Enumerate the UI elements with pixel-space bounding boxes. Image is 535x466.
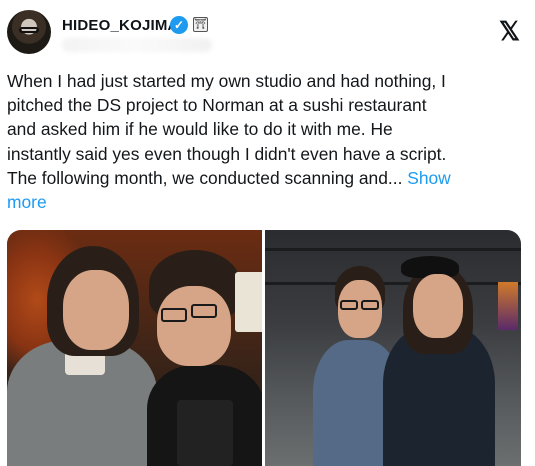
photo-studio[interactable] [265, 230, 521, 466]
background-poster [498, 282, 518, 330]
post-text-line: and asked him if he would like to do it … [7, 119, 393, 140]
media-grid [7, 230, 521, 466]
avatar-glasses [19, 27, 39, 33]
post-text-line: instantly said yes even though I didn't … [7, 143, 447, 164]
show-more-link[interactable]: Show [407, 168, 451, 188]
photo-restaurant[interactable] [7, 230, 262, 466]
post-header: HIDEO_KOJIMA ✓ ⛩ 𝕏 [7, 6, 527, 54]
post-text: When I had just started my own studio an… [7, 69, 529, 214]
post-text-line: When I had just started my own studio an… [7, 71, 446, 91]
show-more-link-continued[interactable]: more [7, 190, 529, 214]
x-logo-icon[interactable]: 𝕏 [499, 16, 520, 47]
post-text-line-last: The following month, we conducted scanni… [7, 166, 529, 190]
affiliate-badge-icon[interactable]: ⛩ [193, 17, 208, 32]
verified-badge-icon: ✓ [170, 16, 188, 34]
avatar[interactable] [7, 10, 51, 54]
blurred-handle [62, 38, 212, 52]
background-lamp [235, 272, 262, 332]
post-text-line: pitched the DS project to Norman at a su… [7, 95, 427, 116]
author-display-name[interactable]: HIDEO_KOJIMA [62, 17, 179, 34]
post-text-tail: The following month, we conducted scanni… [7, 167, 408, 188]
